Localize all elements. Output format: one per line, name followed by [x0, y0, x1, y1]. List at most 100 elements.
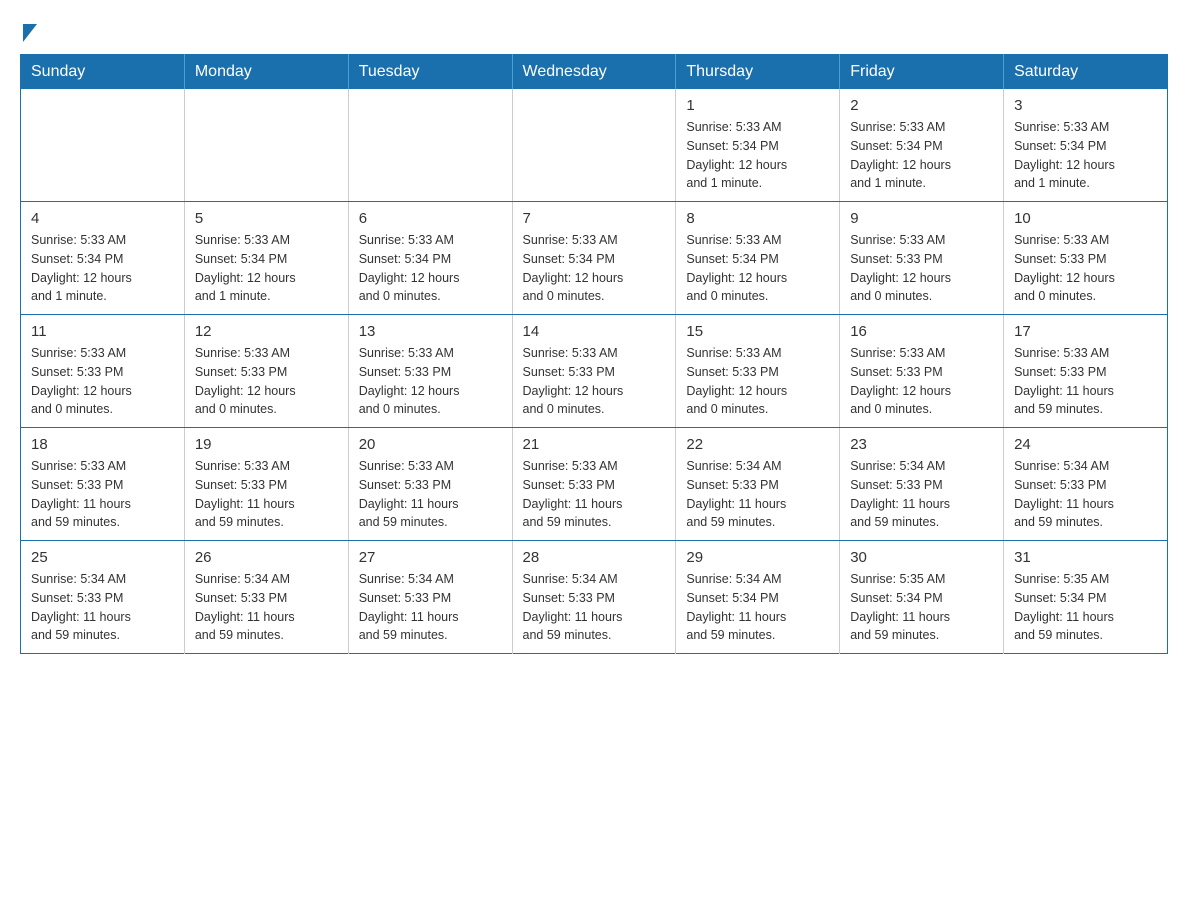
day-number: 3	[1014, 97, 1157, 114]
day-info: Sunrise: 5:33 AMSunset: 5:33 PMDaylight:…	[523, 344, 666, 419]
calendar-cell: 18 Sunrise: 5:33 AMSunset: 5:33 PMDayligh…	[21, 428, 185, 541]
calendar-table: SundayMondayTuesdayWednesdayThursdayFrid…	[20, 54, 1168, 654]
calendar-cell: 23 Sunrise: 5:34 AMSunset: 5:33 PMDayligh…	[840, 428, 1004, 541]
day-info: Sunrise: 5:33 AMSunset: 5:34 PMDaylight:…	[359, 231, 502, 306]
column-header-friday: Friday	[840, 55, 1004, 90]
calendar-cell: 24 Sunrise: 5:34 AMSunset: 5:33 PMDayligh…	[1004, 428, 1168, 541]
day-number: 31	[1014, 549, 1157, 566]
day-info: Sunrise: 5:33 AMSunset: 5:33 PMDaylight:…	[195, 457, 338, 532]
calendar-week-2: 4Sunrise: 5:33 AMSunset: 5:34 PMDaylight…	[21, 202, 1168, 315]
column-header-monday: Monday	[184, 55, 348, 90]
day-number: 23	[850, 436, 993, 453]
calendar-cell: 2 Sunrise: 5:33 AMSunset: 5:34 PMDaylight…	[840, 89, 1004, 202]
day-number: 9	[850, 210, 993, 227]
day-info: Sunrise: 5:34 AMSunset: 5:33 PMDaylight:…	[523, 570, 666, 645]
day-number: 6	[359, 210, 502, 227]
calendar-cell: 12 Sunrise: 5:33 AMSunset: 5:33 PMDayligh…	[184, 315, 348, 428]
day-info: Sunrise: 5:34 AMSunset: 5:34 PMDaylight:…	[686, 570, 829, 645]
logo	[20, 20, 37, 34]
day-info: Sunrise: 5:34 AMSunset: 5:33 PMDaylight:…	[31, 570, 174, 645]
calendar-cell: 5 Sunrise: 5:33 AMSunset: 5:34 PMDaylight…	[184, 202, 348, 315]
calendar-cell	[21, 89, 185, 202]
day-info: Sunrise: 5:34 AMSunset: 5:33 PMDaylight:…	[1014, 457, 1157, 532]
calendar-cell: 1Sunrise: 5:33 AMSunset: 5:34 PMDaylight…	[676, 89, 840, 202]
day-number: 14	[523, 323, 666, 340]
column-header-saturday: Saturday	[1004, 55, 1168, 90]
day-info: Sunrise: 5:33 AMSunset: 5:33 PMDaylight:…	[359, 344, 502, 419]
calendar-week-1: 1Sunrise: 5:33 AMSunset: 5:34 PMDaylight…	[21, 89, 1168, 202]
day-number: 16	[850, 323, 993, 340]
day-info: Sunrise: 5:33 AMSunset: 5:34 PMDaylight:…	[195, 231, 338, 306]
calendar-week-4: 18 Sunrise: 5:33 AMSunset: 5:33 PMDayligh…	[21, 428, 1168, 541]
day-info: Sunrise: 5:33 AMSunset: 5:33 PMDaylight:…	[850, 231, 993, 306]
calendar-cell	[512, 89, 676, 202]
day-number: 11	[31, 323, 174, 340]
day-number: 12	[195, 323, 338, 340]
day-number: 30	[850, 549, 993, 566]
calendar-cell: 27 Sunrise: 5:34 AMSunset: 5:33 PMDayligh…	[348, 541, 512, 654]
calendar-cell: 22 Sunrise: 5:34 AMSunset: 5:33 PMDayligh…	[676, 428, 840, 541]
calendar-cell: 6 Sunrise: 5:33 AMSunset: 5:34 PMDaylight…	[348, 202, 512, 315]
calendar-cell: 16 Sunrise: 5:33 AMSunset: 5:33 PMDayligh…	[840, 315, 1004, 428]
day-number: 17	[1014, 323, 1157, 340]
calendar-cell: 29 Sunrise: 5:34 AMSunset: 5:34 PMDayligh…	[676, 541, 840, 654]
day-info: Sunrise: 5:33 AMSunset: 5:34 PMDaylight:…	[31, 231, 174, 306]
day-number: 19	[195, 436, 338, 453]
calendar-cell: 19 Sunrise: 5:33 AMSunset: 5:33 PMDayligh…	[184, 428, 348, 541]
calendar-week-5: 25 Sunrise: 5:34 AMSunset: 5:33 PMDayligh…	[21, 541, 1168, 654]
calendar-cell: 11Sunrise: 5:33 AMSunset: 5:33 PMDayligh…	[21, 315, 185, 428]
day-info: Sunrise: 5:33 AMSunset: 5:34 PMDaylight:…	[686, 118, 829, 193]
day-info: Sunrise: 5:35 AMSunset: 5:34 PMDaylight:…	[850, 570, 993, 645]
calendar-cell: 28 Sunrise: 5:34 AMSunset: 5:33 PMDayligh…	[512, 541, 676, 654]
day-number: 13	[359, 323, 502, 340]
calendar-cell: 13 Sunrise: 5:33 AMSunset: 5:33 PMDayligh…	[348, 315, 512, 428]
column-header-thursday: Thursday	[676, 55, 840, 90]
day-number: 24	[1014, 436, 1157, 453]
day-number: 20	[359, 436, 502, 453]
day-number: 28	[523, 549, 666, 566]
day-info: Sunrise: 5:33 AMSunset: 5:34 PMDaylight:…	[523, 231, 666, 306]
calendar-week-3: 11 Sunrise: 5:33 AMSunset: 5:33 PMDayligh…	[21, 315, 1168, 428]
day-number: 2	[850, 97, 993, 114]
calendar-cell: 17 Sunrise: 5:33 AMSunset: 5:33 PMDayligh…	[1004, 315, 1168, 428]
day-number: 10	[1014, 210, 1157, 227]
calendar-cell: 26Sunrise: 5:34 AMSunset: 5:33 PMDayligh…	[184, 541, 348, 654]
day-number: 5	[195, 210, 338, 227]
day-number: 29	[686, 549, 829, 566]
calendar-cell: 15Sunrise: 5:33 AMSunset: 5:33 PMDayligh…	[676, 315, 840, 428]
day-number: 25	[31, 549, 174, 566]
day-info: Sunrise: 5:34 AMSunset: 5:33 PMDaylight:…	[850, 457, 993, 532]
calendar-cell: 4Sunrise: 5:33 AMSunset: 5:34 PMDaylight…	[21, 202, 185, 315]
calendar-cell: 25 Sunrise: 5:34 AMSunset: 5:33 PMDayligh…	[21, 541, 185, 654]
column-header-wednesday: Wednesday	[512, 55, 676, 90]
day-number: 21	[523, 436, 666, 453]
calendar-cell: 20Sunrise: 5:33 AMSunset: 5:33 PMDayligh…	[348, 428, 512, 541]
day-info: Sunrise: 5:33 AMSunset: 5:34 PMDaylight:…	[686, 231, 829, 306]
day-info: Sunrise: 5:33 AMSunset: 5:34 PMDaylight:…	[1014, 118, 1157, 193]
day-info: Sunrise: 5:34 AMSunset: 5:33 PMDaylight:…	[195, 570, 338, 645]
day-info: Sunrise: 5:33 AMSunset: 5:33 PMDaylight:…	[523, 457, 666, 532]
column-header-sunday: Sunday	[21, 55, 185, 90]
calendar-cell: 21 Sunrise: 5:33 AMSunset: 5:33 PMDayligh…	[512, 428, 676, 541]
day-number: 18	[31, 436, 174, 453]
day-info: Sunrise: 5:33 AMSunset: 5:33 PMDaylight:…	[31, 457, 174, 532]
day-info: Sunrise: 5:33 AMSunset: 5:33 PMDaylight:…	[850, 344, 993, 419]
calendar-cell: 7 Sunrise: 5:33 AMSunset: 5:34 PMDaylight…	[512, 202, 676, 315]
day-number: 15	[686, 323, 829, 340]
day-info: Sunrise: 5:33 AMSunset: 5:34 PMDaylight:…	[850, 118, 993, 193]
day-number: 27	[359, 549, 502, 566]
day-info: Sunrise: 5:33 AMSunset: 5:33 PMDaylight:…	[1014, 344, 1157, 419]
day-number: 22	[686, 436, 829, 453]
day-info: Sunrise: 5:35 AMSunset: 5:34 PMDaylight:…	[1014, 570, 1157, 645]
day-number: 7	[523, 210, 666, 227]
day-info: Sunrise: 5:33 AMSunset: 5:33 PMDaylight:…	[1014, 231, 1157, 306]
calendar-cell: 31 Sunrise: 5:35 AMSunset: 5:34 PMDayligh…	[1004, 541, 1168, 654]
calendar-cell	[184, 89, 348, 202]
day-info: Sunrise: 5:33 AMSunset: 5:33 PMDaylight:…	[195, 344, 338, 419]
page-header	[20, 20, 1168, 34]
day-number: 8	[686, 210, 829, 227]
logo-arrow-icon	[23, 24, 37, 42]
calendar-cell: 30 Sunrise: 5:35 AMSunset: 5:34 PMDayligh…	[840, 541, 1004, 654]
day-info: Sunrise: 5:34 AMSunset: 5:33 PMDaylight:…	[686, 457, 829, 532]
day-info: Sunrise: 5:34 AMSunset: 5:33 PMDaylight:…	[359, 570, 502, 645]
